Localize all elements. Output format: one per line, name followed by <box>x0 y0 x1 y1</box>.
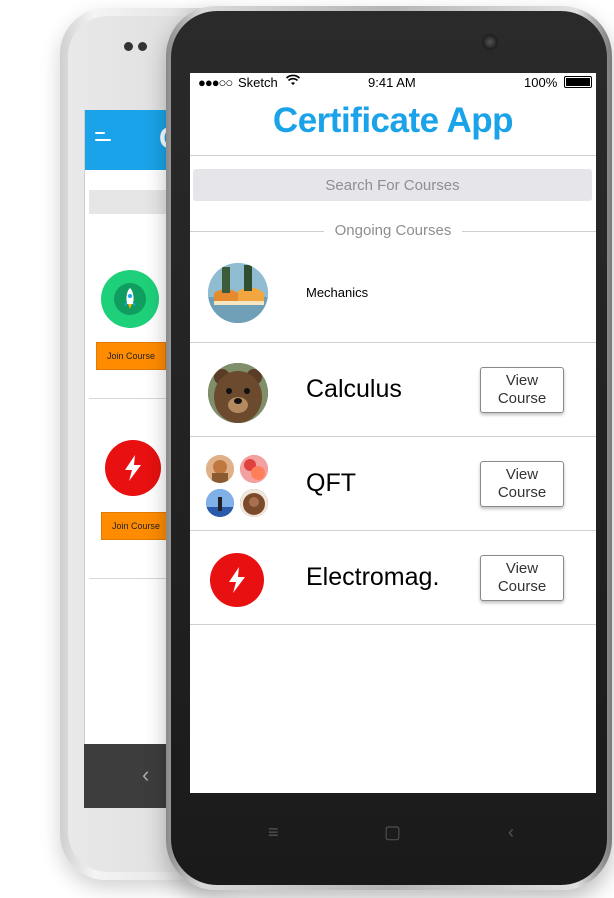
course-row-qft[interactable]: QFT View Course <box>190 437 596 531</box>
back-sensor-dot <box>138 42 147 51</box>
status-bar: ●●●○○ Sketch 9:41 AM 100% <box>190 73 596 93</box>
status-time: 9:41 AM <box>368 75 416 90</box>
nav-menu-icon[interactable]: ≡ <box>268 822 279 843</box>
lightning-icon <box>105 440 161 496</box>
back-camera-dot <box>124 42 133 51</box>
lightning-icon <box>210 553 264 607</box>
view-course-button[interactable]: View Course <box>480 367 564 413</box>
course-name: Electromag. <box>306 563 440 591</box>
back-nav-back-icon[interactable]: ‹ <box>142 762 149 788</box>
title-divider <box>190 155 596 156</box>
qft-avatar-2 <box>240 455 268 483</box>
qft-avatar-1 <box>206 455 234 483</box>
view-course-button[interactable]: View Course <box>480 555 564 601</box>
course-avatar-shoes <box>208 263 268 323</box>
carrier-name: Sketch <box>238 75 278 90</box>
rocket-icon <box>101 270 159 328</box>
front-phone-screen: ●●●○○ Sketch 9:41 AM 100% Certificate Ap… <box>190 73 596 793</box>
course-name: Calculus <box>306 375 402 403</box>
nav-home-icon[interactable]: ▢ <box>384 822 401 843</box>
join-course-button[interactable]: Join Course <box>96 342 166 370</box>
qft-avatar-4 <box>240 489 268 517</box>
course-row-calculus[interactable]: Calculus View Course <box>190 343 596 437</box>
course-avatar-bear <box>208 363 268 423</box>
qft-avatar-3 <box>206 489 234 517</box>
battery-percent: 100% <box>524 75 558 90</box>
device-mockup: C Join Course Join Course ‹ ●●●○○ S <box>0 0 614 898</box>
signal-strength: ●●●○○ <box>198 75 233 90</box>
wifi-icon <box>285 73 301 89</box>
course-name: Mechanics <box>306 285 369 300</box>
search-input[interactable]: Search For Courses <box>193 169 592 201</box>
battery-icon <box>564 76 592 88</box>
course-row-electromag[interactable]: Electromag. View Course <box>190 531 596 625</box>
join-course-button[interactable]: Join Course <box>101 512 171 540</box>
nav-back-icon[interactable]: ‹ <box>508 822 514 843</box>
section-label: Ongoing Courses <box>334 222 452 239</box>
course-name: QFT <box>306 469 356 497</box>
page-title: Certificate App <box>272 101 514 140</box>
course-row-mechanics[interactable]: Mechanics <box>190 249 596 343</box>
front-camera <box>482 34 498 50</box>
menu-icon[interactable] <box>95 132 115 148</box>
view-course-button[interactable]: View Course <box>480 461 564 507</box>
